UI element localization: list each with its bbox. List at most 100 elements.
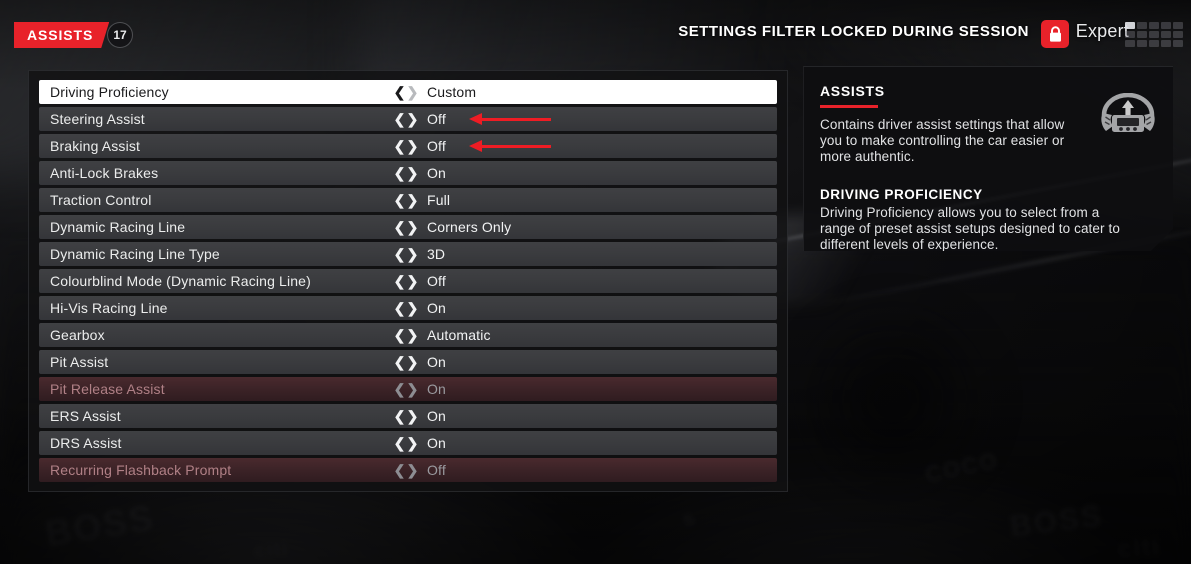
setting-row-label: Colourblind Mode (Dynamic Racing Line): [50, 273, 311, 289]
setting-row-label: Dynamic Racing Line Type: [50, 246, 220, 262]
chevron-right-icon[interactable]: ❯: [406, 301, 419, 315]
setting-row-control: ❮ ❯ Full: [393, 192, 450, 208]
page-grid-cell[interactable]: [1137, 40, 1147, 47]
setting-row-control: ❮ ❯ Off: [393, 273, 446, 289]
setting-row[interactable]: Pit Release Assist ❮ ❯ On: [39, 377, 777, 401]
setting-row[interactable]: Anti-Lock Brakes ❮ ❯ On: [39, 161, 777, 185]
setting-row-label: Traction Control: [50, 192, 152, 208]
settings-list-panel: Driving Proficiency ❮ ❯ Custom Steering Assi…: [28, 70, 788, 492]
chevron-left-icon[interactable]: ❮: [393, 139, 406, 153]
page-grid-cell[interactable]: [1149, 40, 1159, 47]
setting-row-control: ❮ ❯ Off: [393, 138, 446, 154]
setting-row[interactable]: Pit Assist ❮ ❯ On: [39, 350, 777, 374]
steering-wheel-icon: [1099, 93, 1157, 141]
page-grid-cell[interactable]: [1173, 40, 1183, 47]
page-grid-cell[interactable]: [1125, 22, 1135, 29]
assists-count-badge: 17: [107, 22, 133, 48]
setting-row[interactable]: Hi-Vis Racing Line ❮ ❯ On: [39, 296, 777, 320]
page-grid-cell[interactable]: [1161, 40, 1171, 47]
setting-row[interactable]: Braking Assist ❮ ❯ Off: [39, 134, 777, 158]
page-grid-cell[interactable]: [1125, 40, 1135, 47]
chevron-left-icon[interactable]: ❮: [393, 220, 406, 234]
setting-row-value: 3D: [427, 246, 446, 262]
chevron-right-icon[interactable]: ❯: [406, 382, 419, 396]
setting-row[interactable]: ERS Assist ❮ ❯ On: [39, 404, 777, 428]
setting-row-control: ❮ ❯ Automatic: [393, 327, 491, 343]
chevron-right-icon[interactable]: ❯: [406, 166, 419, 180]
setting-row-value: Off: [427, 462, 446, 478]
setting-row-value: On: [427, 165, 446, 181]
setting-row-value: Full: [427, 192, 451, 208]
chevron-right-icon[interactable]: ❯: [406, 247, 419, 261]
chevron-left-icon[interactable]: ❮: [393, 355, 406, 369]
chevron-left-icon[interactable]: ❮: [393, 409, 406, 423]
chevron-left-icon[interactable]: ❮: [393, 112, 406, 126]
page-grid-cell[interactable]: [1161, 22, 1171, 29]
chevron-left-icon[interactable]: ❮: [393, 328, 406, 342]
page-grid-cell[interactable]: [1161, 31, 1171, 38]
setting-row-value: Corners Only: [427, 219, 512, 235]
chevron-left-icon[interactable]: ❮: [393, 301, 406, 315]
chevron-right-icon[interactable]: ❯: [406, 274, 419, 288]
chevron-right-icon[interactable]: ❯: [406, 220, 419, 234]
chevron-right-icon[interactable]: ❯: [406, 112, 419, 126]
chevron-right-icon[interactable]: ❯: [406, 139, 419, 153]
chevron-left-icon[interactable]: ❮: [393, 274, 406, 288]
page-grid-cell[interactable]: [1137, 22, 1147, 29]
setting-row[interactable]: Recurring Flashback Prompt ❮ ❯ Off: [39, 458, 777, 482]
setting-row-label: Steering Assist: [50, 111, 145, 127]
info-panel-subtitle: DRIVING PROFICIENCY: [820, 187, 983, 202]
chevron-right-icon[interactable]: ❯: [406, 85, 419, 99]
page-grid-cell[interactable]: [1149, 22, 1159, 29]
setting-row-control: ❮ ❯ 3D: [393, 246, 445, 262]
page-grid-cell[interactable]: [1173, 31, 1183, 38]
chevron-left-icon[interactable]: ❮: [393, 85, 406, 99]
info-panel: ASSISTS Contains driver assist settings …: [803, 66, 1173, 251]
setting-row-value: Off: [427, 111, 446, 127]
tab-assists[interactable]: ASSISTS: [14, 22, 109, 48]
setting-row-value: On: [427, 435, 446, 451]
page-grid-icon[interactable]: [1125, 22, 1183, 47]
chevron-right-icon[interactable]: ❯: [406, 355, 419, 369]
chevron-right-icon[interactable]: ❯: [406, 193, 419, 207]
chevron-left-icon[interactable]: ❮: [393, 436, 406, 450]
page-grid-cell[interactable]: [1125, 31, 1135, 38]
page-grid-cell[interactable]: [1173, 22, 1183, 29]
setting-row-control: ❮ ❯ On: [393, 354, 446, 370]
chevron-left-icon[interactable]: ❮: [393, 193, 406, 207]
page-grid-cell[interactable]: [1149, 31, 1159, 38]
chevron-right-icon[interactable]: ❯: [406, 328, 419, 342]
difficulty-label: Expert: [1075, 21, 1129, 41]
setting-row-control: ❮ ❯ On: [393, 300, 446, 316]
setting-row-control: ❮ ❯ On: [393, 165, 446, 181]
setting-row[interactable]: Steering Assist ❮ ❯ Off: [39, 107, 777, 131]
setting-row-control: ❮ ❯ On: [393, 408, 446, 424]
setting-row[interactable]: Dynamic Racing Line Type ❮ ❯ 3D: [39, 242, 777, 266]
chevron-right-icon[interactable]: ❯: [406, 409, 419, 423]
setting-row-control: ❮ ❯ Custom: [393, 84, 476, 100]
setting-row[interactable]: DRS Assist ❮ ❯ On: [39, 431, 777, 455]
setting-row-control: ❮ ❯ Off: [393, 462, 446, 478]
setting-row-value: On: [427, 408, 446, 424]
setting-row[interactable]: Driving Proficiency ❮ ❯ Custom: [39, 80, 777, 104]
setting-row[interactable]: Gearbox ❮ ❯ Automatic: [39, 323, 777, 347]
setting-row-label: ERS Assist: [50, 408, 121, 424]
setting-row-control: ❮ ❯ On: [393, 435, 446, 451]
assists-count-value: 17: [113, 28, 127, 42]
chevron-left-icon[interactable]: ❮: [393, 166, 406, 180]
setting-row[interactable]: Colourblind Mode (Dynamic Racing Line) ❮ ❯…: [39, 269, 777, 293]
info-panel-body-secondary: Driving Proficiency allows you to select…: [820, 205, 1120, 252]
setting-row-value: Custom: [427, 84, 477, 100]
setting-row-label: Driving Proficiency: [50, 84, 169, 100]
chevron-left-icon[interactable]: ❮: [393, 382, 406, 396]
setting-row-label: Hi-Vis Racing Line: [50, 300, 168, 316]
setting-row[interactable]: Dynamic Racing Line ❮ ❯ Corners Only: [39, 215, 777, 239]
chevron-right-icon[interactable]: ❯: [406, 463, 419, 477]
page-grid-cell[interactable]: [1137, 31, 1147, 38]
header-bar: ASSISTS 17 SETTINGS FILTER LOCKED DURING…: [0, 0, 1191, 62]
info-panel-title-rule: [820, 105, 878, 108]
setting-row[interactable]: Traction Control ❮ ❯ Full: [39, 188, 777, 212]
chevron-left-icon[interactable]: ❮: [393, 463, 406, 477]
chevron-right-icon[interactable]: ❯: [406, 436, 419, 450]
chevron-left-icon[interactable]: ❮: [393, 247, 406, 261]
